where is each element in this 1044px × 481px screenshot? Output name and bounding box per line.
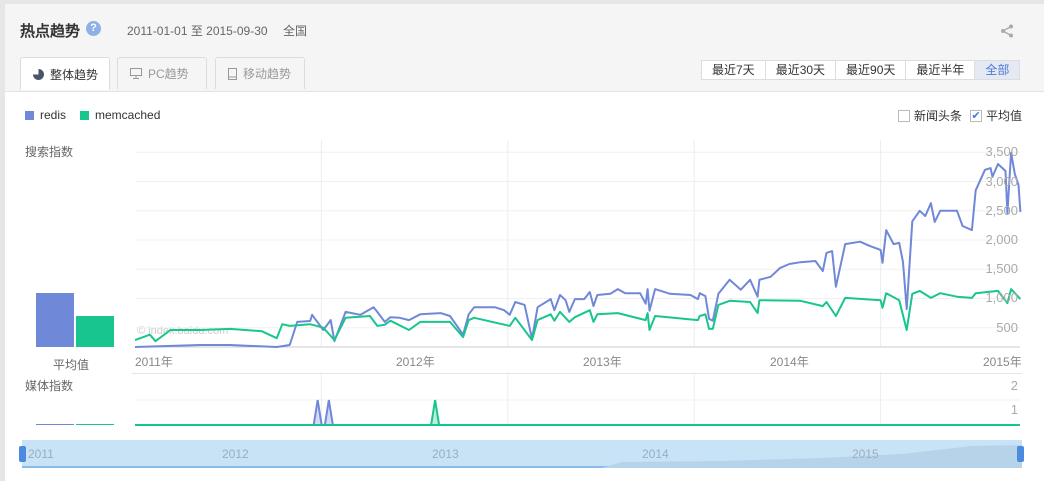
- period-7d[interactable]: 最近7天: [702, 61, 766, 79]
- y-tick-label: 2,000: [985, 231, 1018, 247]
- news-checkbox[interactable]: 新闻头条: [898, 107, 962, 124]
- x-label-2011: 2011年: [135, 355, 173, 369]
- tab-label: 移动趋势: [243, 67, 292, 81]
- average-bar-memcached: [76, 316, 114, 347]
- memcached-swatch: [80, 110, 89, 120]
- average-bar-redis: [36, 293, 74, 347]
- search-index-label: 搜索指数: [25, 145, 74, 159]
- redis-swatch: [25, 110, 34, 120]
- nav-label: 2011: [28, 447, 54, 461]
- y-tick-label: 500: [996, 319, 1018, 335]
- y-tick-label: 3,500: [985, 144, 1018, 160]
- monitor-icon: [130, 68, 142, 79]
- share-icon[interactable]: [1000, 24, 1014, 41]
- average-label: 平均值: [53, 358, 90, 372]
- nav-label: 2014: [642, 447, 669, 461]
- tab-label: PC趋势: [148, 67, 189, 81]
- legend-label: redis: [40, 108, 67, 122]
- y-tick-label: 3,000: [985, 173, 1018, 189]
- media-spike-redis: [323, 399, 335, 426]
- x-label-2015: 2015年: [983, 355, 1022, 369]
- tab-label: 整体趋势: [50, 67, 99, 82]
- checkmark-icon: ✔: [970, 109, 982, 122]
- legend-label: memcached: [95, 108, 161, 122]
- checkbox-label: 平均值: [986, 109, 1023, 123]
- media-average-memcached: [76, 424, 114, 425]
- tab-mobile[interactable]: 移动趋势: [215, 57, 305, 89]
- period-30d[interactable]: 最近30天: [766, 61, 837, 79]
- period-selector: 最近7天 最近30天 最近90天 最近半年 全部: [701, 60, 1021, 80]
- media-spike-redis: [312, 399, 323, 426]
- question-icon[interactable]: ?: [86, 21, 101, 36]
- checkbox-icon: [898, 109, 910, 122]
- search-index-chart: [135, 140, 1022, 348]
- average-checkbox[interactable]: ✔ 平均值: [970, 107, 1022, 124]
- media-y-tick: 2: [1010, 378, 1018, 393]
- media-spike-memcached: [429, 399, 441, 426]
- media-index-chart: [135, 372, 1020, 426]
- period-90d[interactable]: 最近90天: [836, 61, 907, 79]
- x-label-2014: 2014年: [770, 355, 809, 369]
- y-tick-label: 1,500: [985, 261, 1018, 277]
- date-range: 2011-01-01 至 2015-09-30: [127, 24, 268, 38]
- pie-icon: [33, 68, 44, 80]
- mobile-icon: [228, 67, 237, 80]
- nav-label: 2015: [852, 447, 879, 461]
- x-label-2012: 2012年: [396, 355, 435, 369]
- media-y-tick: 1: [1010, 402, 1018, 417]
- media-average-redis: [36, 424, 74, 425]
- x-label-2013: 2013年: [583, 355, 622, 369]
- legend-redis[interactable]: redis: [25, 108, 66, 122]
- series-line-memcached: [135, 288, 1022, 343]
- period-all[interactable]: 全部: [975, 61, 1020, 79]
- legend-memcached[interactable]: memcached: [80, 108, 160, 122]
- navigator-left-handle[interactable]: [19, 446, 26, 462]
- y-tick-label: 1,000: [985, 290, 1018, 306]
- region: 全国: [283, 24, 308, 38]
- tab-pc[interactable]: PC趋势: [117, 57, 207, 89]
- page-title: 热点趋势: [20, 23, 81, 40]
- checkbox-label: 新闻头条: [914, 109, 963, 123]
- nav-label: 2013: [432, 447, 459, 461]
- nav-label: 2012: [222, 447, 249, 461]
- media-index-label: 媒体指数: [25, 379, 74, 393]
- tab-overall[interactable]: 整体趋势: [20, 57, 110, 90]
- y-tick-label: 2,500: [985, 202, 1018, 218]
- navigator-right-handle[interactable]: [1017, 446, 1024, 462]
- period-half-year[interactable]: 最近半年: [906, 61, 976, 79]
